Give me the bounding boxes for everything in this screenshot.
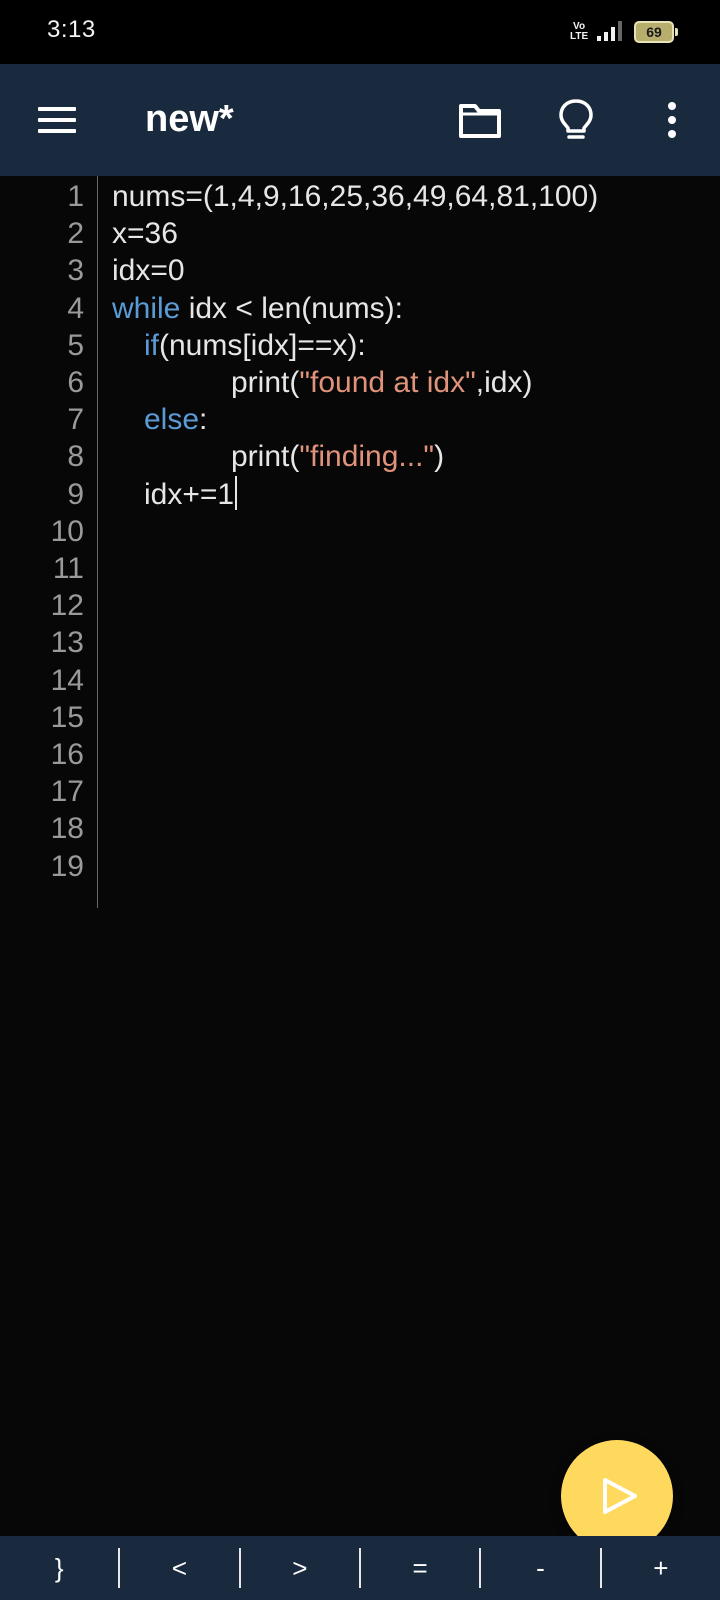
key-greater-than[interactable]: > <box>241 1548 361 1588</box>
status-time: 3:13 <box>47 16 96 43</box>
app-toolbar: new* <box>0 64 720 176</box>
line-number: 7 <box>67 403 84 437</box>
code-line[interactable]: 1 nums=(1,4,9,16,25,36,49,64,81,100) <box>0 178 720 216</box>
line-number: 3 <box>67 254 84 288</box>
code-token: (nums[idx]==x): <box>159 328 366 362</box>
code-text[interactable]: else: <box>144 401 207 439</box>
code-text[interactable]: if(nums[idx]==x): <box>144 327 366 365</box>
code-token: print( <box>231 366 300 399</box>
line-number: 15 <box>50 700 84 734</box>
keyword-token: while <box>112 291 181 325</box>
line-number: 5 <box>67 328 84 362</box>
code-line[interactable]: 6 print("found at idx",idx) <box>0 364 720 402</box>
code-token: idx=0 <box>112 254 185 288</box>
code-line[interactable]: 5 if(nums[idx]==x): <box>0 327 720 365</box>
volte-indicator: Vo LTE <box>570 21 589 42</box>
keyword-token: if <box>144 328 159 362</box>
line-number: 10 <box>50 514 84 548</box>
line-number: 17 <box>50 775 84 809</box>
document-title: new* <box>145 98 234 140</box>
text-cursor <box>235 475 238 510</box>
menu-icon[interactable] <box>38 107 76 133</box>
status-bar: 3:13 Vo LTE 69 <box>0 0 720 64</box>
code-line[interactable]: 15 <box>0 699 720 737</box>
signal-icon <box>597 21 622 41</box>
play-icon <box>603 1478 637 1514</box>
folder-icon[interactable] <box>458 100 502 140</box>
line-number: 18 <box>50 812 84 846</box>
code-line[interactable]: 11 <box>0 550 720 588</box>
code-text[interactable]: while idx < len(nums): <box>112 290 403 328</box>
code-line[interactable]: 8 print("finding...") <box>0 438 720 476</box>
line-number: 4 <box>67 291 84 325</box>
code-token: nums=(1,4,9,16,25,36,49,64,81,100) <box>112 180 599 213</box>
key-less-than[interactable]: < <box>120 1548 241 1588</box>
code-line[interactable]: 18 <box>0 810 720 848</box>
code-token: ) <box>434 440 445 474</box>
line-number: 2 <box>67 217 84 251</box>
line-number: 8 <box>67 440 84 474</box>
code-line[interactable]: 13 <box>0 624 720 662</box>
line-number: 1 <box>67 180 84 213</box>
code-token: idx < len(nums): <box>180 291 403 325</box>
symbol-keybar: } < > = - + <box>0 1536 720 1600</box>
key-minus[interactable]: - <box>481 1548 602 1588</box>
keyword-token: else <box>144 403 200 437</box>
code-editor[interactable]: 1 nums=(1,4,9,16,25,36,49,64,81,100) 2 x=36… <box>0 176 720 1532</box>
code-line[interactable]: 10 <box>0 513 720 551</box>
key-plus[interactable]: + <box>602 1548 720 1588</box>
code-text[interactable]: nums=(1,4,9,16,25,36,49,64,81,100) <box>112 178 598 216</box>
code-text[interactable]: print("finding...") <box>231 438 444 476</box>
code-line[interactable]: 3 idx=0 <box>0 252 720 290</box>
line-number: 13 <box>50 626 84 660</box>
code-text[interactable]: print("found at idx",idx) <box>231 364 532 402</box>
string-token: "finding..." <box>299 440 435 474</box>
code-line[interactable]: 16 <box>0 736 720 774</box>
key-close-brace[interactable]: } <box>0 1548 121 1588</box>
line-number: 11 <box>52 552 84 585</box>
code-line[interactable]: 19 <box>0 848 720 886</box>
code-text[interactable]: idx=0 <box>112 252 185 290</box>
code-token: ,idx) <box>475 366 533 399</box>
code-token: : <box>199 403 208 437</box>
code-line[interactable]: 17 <box>0 773 720 811</box>
code-text[interactable]: x=36 <box>112 215 178 253</box>
battery-icon: 69 <box>634 21 678 43</box>
line-number: 14 <box>50 663 84 697</box>
line-number: 12 <box>50 589 84 623</box>
code-line[interactable]: 12 <box>0 587 720 625</box>
code-line[interactable]: 4 while idx < len(nums): <box>0 290 720 328</box>
key-equals[interactable]: = <box>361 1548 482 1588</box>
code-line[interactable]: 9 idx+=1 <box>0 475 720 514</box>
code-text[interactable]: idx+=1 <box>144 475 238 514</box>
line-number: 6 <box>67 366 84 399</box>
code-token: idx+=1 <box>144 477 235 511</box>
more-vertical-icon[interactable] <box>660 100 684 140</box>
code-line[interactable]: 14 <box>0 662 720 700</box>
lightbulb-icon[interactable] <box>556 98 596 142</box>
code-token: x=36 <box>112 217 178 251</box>
line-number: 19 <box>50 849 84 883</box>
string-token: "found at idx" <box>299 366 476 399</box>
line-number: 9 <box>67 477 84 511</box>
code-token: print( <box>231 440 300 474</box>
code-line[interactable]: 7 else: <box>0 401 720 439</box>
code-line[interactable]: 2 x=36 <box>0 215 720 253</box>
line-number: 16 <box>50 738 84 771</box>
